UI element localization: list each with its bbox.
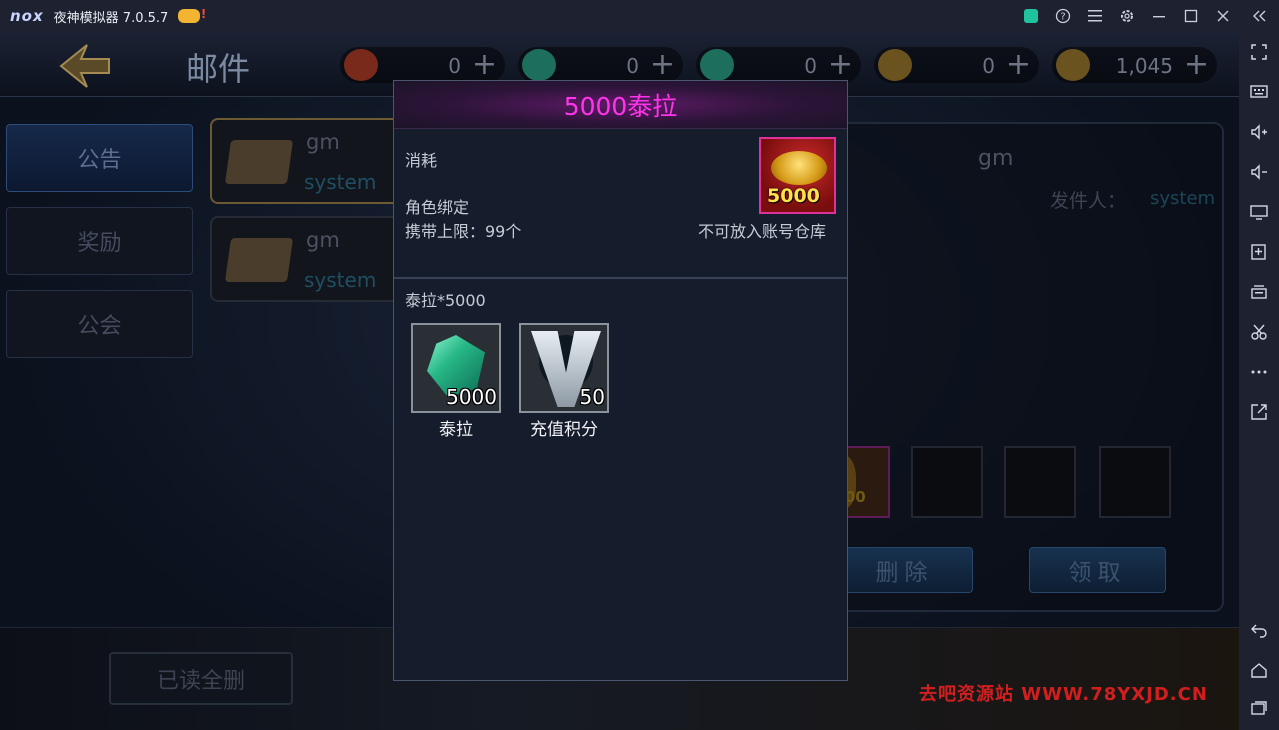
nox-logo: nox xyxy=(10,7,44,25)
mail-from: system xyxy=(304,170,377,194)
maximize-icon[interactable] xyxy=(1175,0,1207,32)
tab-announcement[interactable]: 公告 xyxy=(6,124,193,192)
resource-value: 0 xyxy=(626,54,639,78)
limit-label: 携带上限：99个 xyxy=(405,222,522,241)
multi-instance-icon[interactable] xyxy=(1247,280,1271,304)
delete-all-read-button[interactable]: 已读全删 xyxy=(109,652,293,705)
bind-label: 角色绑定 xyxy=(405,198,470,217)
gold-coin-item-icon: 5000 xyxy=(759,137,836,214)
tab-rewards[interactable]: 奖励 xyxy=(6,207,193,275)
resource-value: 1,045 xyxy=(1115,54,1173,78)
mail-item[interactable]: gm system xyxy=(210,118,410,204)
attachment-slot-empty[interactable] xyxy=(911,446,983,518)
mail-sender: gm xyxy=(306,130,340,154)
resource-gold: 1,045 + xyxy=(1052,47,1217,83)
resource-value: 0 xyxy=(448,54,461,78)
settings-icon[interactable] xyxy=(1111,0,1143,32)
storage-label: 不可放入账号仓库 xyxy=(698,222,827,241)
coin-icon xyxy=(878,49,912,81)
resource-scroll: 0 + xyxy=(340,47,505,83)
resource-coin: 0 + xyxy=(874,47,1039,83)
mail-item[interactable]: gm system xyxy=(210,216,410,302)
fullscreen-icon[interactable] xyxy=(1247,40,1271,64)
add-gold-button[interactable]: + xyxy=(1184,47,1209,82)
scissors-icon[interactable] xyxy=(1247,320,1271,344)
envelope-icon xyxy=(224,140,294,184)
collapse-icon[interactable] xyxy=(1239,0,1279,32)
mail-title: gm xyxy=(978,146,1014,171)
envelope-icon xyxy=(224,238,294,282)
claim-button[interactable]: 领取 xyxy=(1029,547,1166,593)
tab-guild[interactable]: 公会 xyxy=(6,290,193,358)
emulator-sidebar xyxy=(1239,32,1279,730)
reward-tera[interactable]: 5000 xyxy=(411,323,501,413)
reward-count: 5000 xyxy=(446,385,497,409)
add-coin-button[interactable]: + xyxy=(1006,47,1031,82)
volume-down-icon[interactable] xyxy=(1247,160,1271,184)
delete-button[interactable]: 删除 xyxy=(836,547,973,593)
page-title: 邮件 xyxy=(186,50,251,88)
add-apk-icon[interactable] xyxy=(1247,240,1271,264)
gem-icon xyxy=(700,49,734,81)
popup-title: 5000泰拉 xyxy=(563,91,678,121)
sender-value: system xyxy=(1150,188,1216,209)
close-icon[interactable] xyxy=(1207,0,1239,32)
mail-from: system xyxy=(304,268,377,292)
screen-icon[interactable] xyxy=(1247,200,1271,224)
reward-name: 泰拉 xyxy=(439,420,473,440)
volume-up-icon[interactable] xyxy=(1247,120,1271,144)
item-icon-number: 5000 xyxy=(767,185,820,207)
reward-name: 充值积分 xyxy=(530,420,598,440)
minimize-icon[interactable] xyxy=(1143,0,1175,32)
scroll-icon xyxy=(344,49,378,81)
back-arrow-icon[interactable] xyxy=(55,38,115,94)
resource-value: 0 xyxy=(804,54,817,78)
keyboard-icon[interactable] xyxy=(1015,0,1047,32)
emulator-title: 夜神模拟器 7.0.5.7 xyxy=(53,10,169,26)
emulator-title-bar: nox 夜神模拟器 7.0.5.7 ? xyxy=(0,0,1279,32)
resource-gem-2: 0 + xyxy=(696,47,861,83)
gem-icon xyxy=(522,49,556,81)
attachment-slot-empty[interactable] xyxy=(1099,446,1171,518)
attachment-slot-empty[interactable] xyxy=(1004,446,1076,518)
recent-apps-icon[interactable] xyxy=(1247,696,1271,720)
mail-sender: gm xyxy=(306,228,340,252)
reward-count: 50 xyxy=(579,385,605,409)
add-gem-button[interactable]: + xyxy=(650,47,675,82)
reward-recharge-points[interactable]: 50 xyxy=(519,323,609,413)
home-icon[interactable] xyxy=(1247,658,1271,682)
game-screen: 邮件 0 + 0 + 0 + 0 + 1,045 + 公告 奖励 公会 gm s… xyxy=(0,32,1239,730)
resource-value: 0 xyxy=(982,54,995,78)
mail-detail-panel: gm 发件人： system 5000 删除 领取 xyxy=(818,122,1224,612)
resource-gem: 0 + xyxy=(518,47,683,83)
sender-label: 发件人： xyxy=(1050,190,1127,212)
export-icon[interactable] xyxy=(1247,400,1271,424)
back-icon[interactable] xyxy=(1247,618,1271,642)
more-icon[interactable] xyxy=(1247,360,1271,384)
watermark-text: 去吧资源站 WWW.78YXJD.CN xyxy=(919,684,1208,705)
contents-label: 泰拉*5000 xyxy=(405,291,486,310)
help-icon[interactable]: ? xyxy=(1047,0,1079,32)
popup-divider xyxy=(394,277,847,279)
item-type-label: 消耗 xyxy=(405,151,438,170)
svg-text:?: ? xyxy=(1060,12,1065,23)
keyboard-icon[interactable] xyxy=(1247,79,1271,103)
coin-stack-icon xyxy=(771,151,827,185)
menu-icon[interactable] xyxy=(1079,0,1111,32)
popup-header: 5000泰拉 xyxy=(394,81,847,129)
item-tooltip-popup: 5000泰拉 消耗 角色绑定 携带上限：99个 不可放入账号仓库 5000 泰拉… xyxy=(393,80,848,681)
add-gem-2-button[interactable]: + xyxy=(828,47,853,82)
gold-icon xyxy=(1056,49,1090,81)
gamepad-icon[interactable] xyxy=(178,7,206,23)
add-scroll-button[interactable]: + xyxy=(472,47,497,82)
